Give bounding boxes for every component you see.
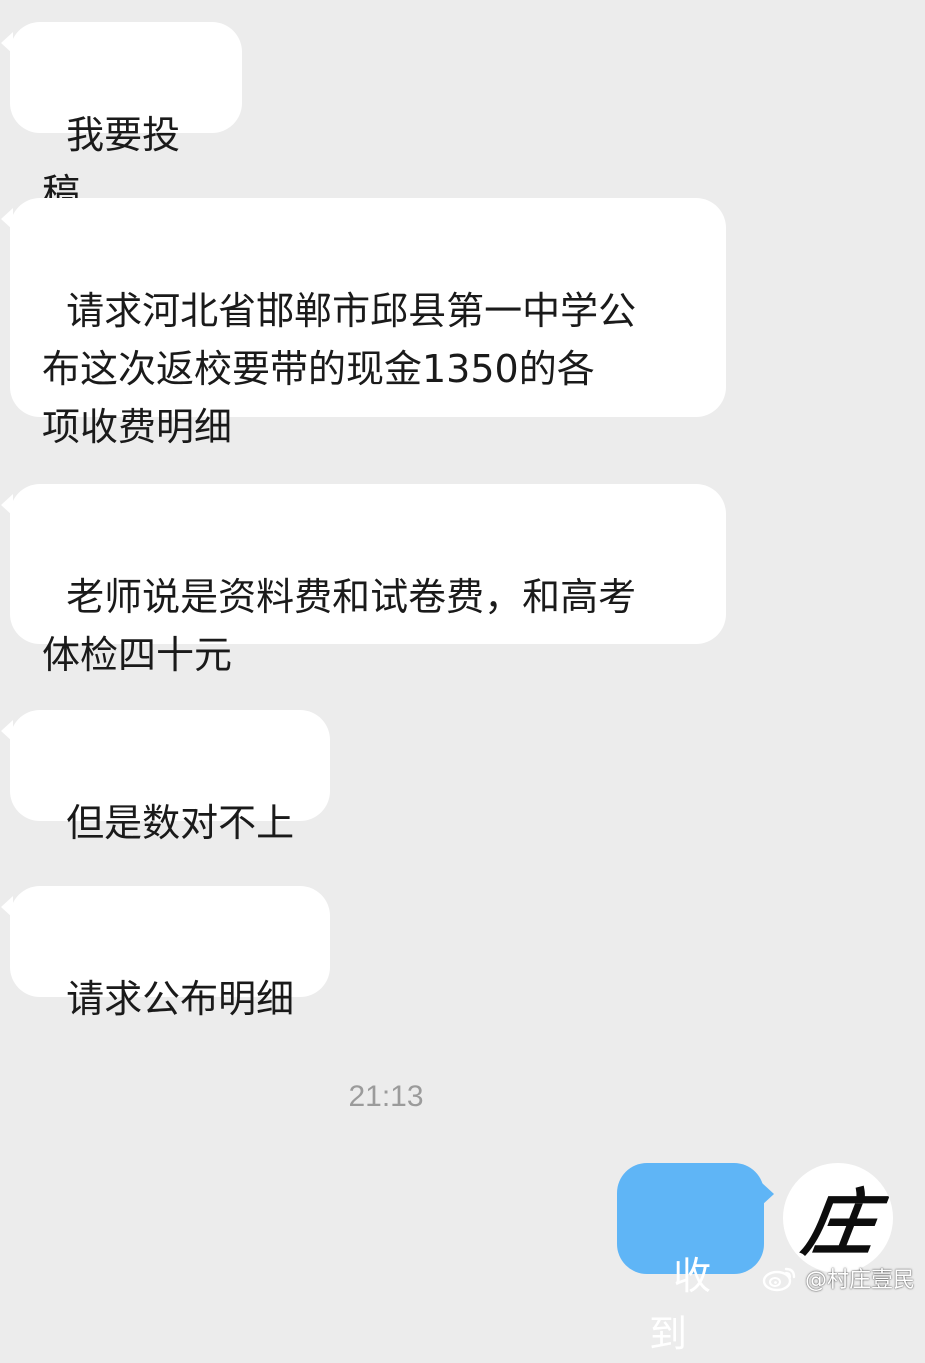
message-text: 老师说是资料费和试卷费，和高考 体检四十元 [42, 575, 637, 677]
incoming-message-bubble: 但是数对不上 [1, 710, 330, 845]
incoming-message-bubble: 请求公布明细 [1, 886, 330, 1021]
weibo-icon [762, 1267, 796, 1292]
message-text: 请求河北省邯郸市邱县第一中学公 布这次返校要带的现金1350的各 项收费明细 [42, 289, 637, 449]
calligraphy-avatar-icon: 庄 [797, 1179, 882, 1265]
message-text: 但是数对不上 [66, 801, 295, 845]
incoming-message-bubble: 我要投稿 [1, 22, 242, 215]
avatar[interactable]: 庄 [783, 1163, 893, 1273]
incoming-message-bubble: 老师说是资料费和试卷费，和高考 体检四十元 [1, 484, 726, 677]
watermark-text: @村庄壹民 [804, 1268, 915, 1293]
incoming-message-bubble: 请求河北省邯郸市邱县第一中学公 布这次返校要带的现金1350的各 项收费明细 [1, 198, 726, 449]
message-text: 请求公布明细 [66, 977, 295, 1021]
outgoing-message-bubble: 收到 [617, 1163, 774, 1356]
watermark: @村庄壹民 [761, 1260, 915, 1296]
message-text: 收到 [649, 1254, 712, 1356]
message-timestamp: 21:13 [348, 1080, 424, 1113]
